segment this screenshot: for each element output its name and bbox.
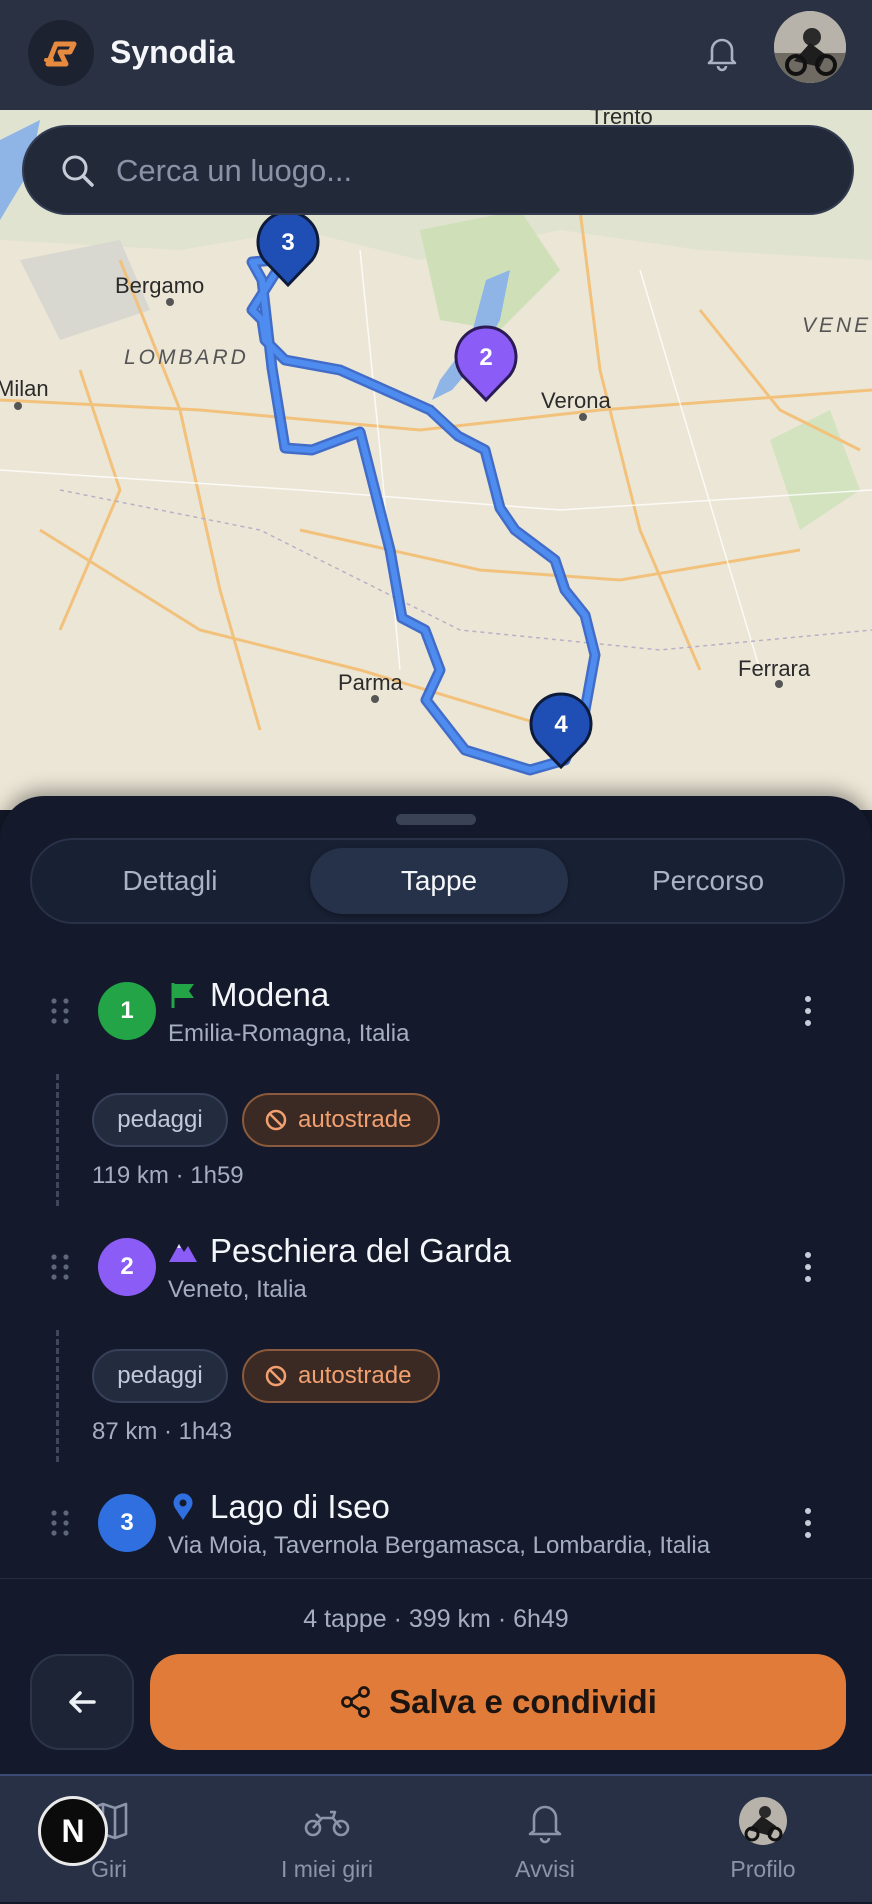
search-input[interactable]	[114, 147, 814, 195]
nav-profilo[interactable]: Profilo	[654, 1776, 872, 1904]
save-share-button[interactable]: Salva e condividi	[150, 1654, 846, 1750]
bottom-nav: Giri I miei giri Avvisi Profilo	[0, 1774, 872, 1902]
bell-icon	[707, 38, 737, 72]
notifications-button[interactable]	[700, 30, 744, 74]
toll-chip[interactable]: pedaggi	[92, 1093, 228, 1147]
stop-name: Lago di Iseo	[210, 1488, 390, 1525]
search-icon	[62, 155, 94, 187]
more-options-icon[interactable]	[798, 1247, 818, 1287]
more-options-icon[interactable]	[798, 1503, 818, 1543]
nav-label: Avvisi	[515, 1856, 575, 1882]
tab-bar: Dettagli Tappe Percorso	[30, 838, 845, 924]
save-share-label: Salva e condividi	[389, 1683, 657, 1720]
tab-tappe[interactable]: Tappe	[310, 848, 568, 914]
share-icon	[341, 1686, 371, 1718]
map-label-vene: VENE	[802, 314, 871, 337]
map-label-parma: Parma	[338, 670, 404, 695]
drag-handle-icon[interactable]	[48, 1252, 72, 1282]
nav-label: Giri	[91, 1856, 127, 1882]
sheet-footer: 4 tappe · 399 km · 6h49 Salva e condivid…	[0, 1578, 872, 1774]
nav-avvisi[interactable]: Avvisi	[436, 1776, 654, 1904]
tab-dettagli[interactable]: Dettagli	[40, 848, 300, 914]
search-bar[interactable]	[22, 125, 854, 215]
drag-handle-icon[interactable]	[48, 996, 72, 1026]
logo-mark-icon	[44, 41, 77, 67]
stop-location: Emilia-Romagna, Italia	[168, 1020, 410, 1047]
stop-number: 3	[98, 1494, 156, 1552]
drag-handle-icon[interactable]	[48, 1508, 72, 1538]
leg-connector	[56, 1330, 59, 1462]
stop-number: 2	[98, 1238, 156, 1296]
marker-2-label: 2	[479, 344, 492, 371]
pin-icon	[173, 1493, 193, 1520]
trip-summary: 4 tappe · 399 km · 6h49	[303, 1605, 569, 1633]
nav-label: I miei giri	[280, 1856, 373, 1882]
stop-name: Peschiera del Garda	[210, 1232, 511, 1269]
stop-location: Veneto, Italia	[168, 1276, 307, 1303]
profile-avatar-icon	[739, 1797, 787, 1845]
back-button[interactable]	[30, 1654, 134, 1750]
bell-icon	[528, 1805, 562, 1844]
map-label-milan: Milan	[0, 376, 49, 401]
more-options-icon[interactable]	[798, 991, 818, 1031]
map-label-bergamo: Bergamo	[115, 273, 204, 298]
nav-i-miei-giri[interactable]: I miei giri	[218, 1776, 436, 1904]
stop-location: Via Moia, Tavernola Bergamasca, Lombardi…	[168, 1532, 711, 1559]
highway-chip[interactable]: autostrade	[242, 1093, 440, 1147]
mountain-icon	[169, 1244, 197, 1262]
tab-percorso[interactable]: Percorso	[578, 848, 838, 914]
app-header: Synodia	[0, 0, 872, 110]
map-label-ferrara: Ferrara	[738, 656, 811, 681]
app-name: Synodia	[110, 34, 235, 70]
nav-giri[interactable]: Giri	[0, 1776, 218, 1904]
map-label-lombard: LOMBARD	[124, 346, 249, 369]
stop-name: Modena	[210, 976, 330, 1013]
route-map[interactable]: Trento Bergamo LOMBARD Milan Verona VENE…	[0, 110, 872, 810]
highway-chip-label: autostrade	[298, 1106, 412, 1133]
highway-chip-label: autostrade	[298, 1362, 412, 1389]
map-canvas: Trento Bergamo LOMBARD Milan Verona VENE…	[0, 110, 872, 810]
nav-label: Profilo	[730, 1856, 796, 1882]
avatar-photo-icon	[774, 11, 846, 83]
forbidden-icon	[265, 1109, 287, 1131]
app-logo[interactable]	[28, 20, 94, 86]
sheet-grabber[interactable]	[396, 814, 476, 825]
floating-n-badge[interactable]: N	[38, 1796, 108, 1866]
profile-avatar[interactable]	[774, 11, 846, 83]
flag-icon	[171, 983, 194, 1008]
motorcycle-icon	[304, 1810, 350, 1837]
leg-distance-time: 119 km · 1h59	[92, 1162, 244, 1189]
toll-chip[interactable]: pedaggi	[92, 1349, 228, 1403]
leg-distance-time: 87 km · 1h43	[92, 1418, 233, 1445]
marker-4-label: 4	[554, 711, 568, 738]
stop-number: 1	[98, 982, 156, 1040]
highway-chip[interactable]: autostrade	[242, 1349, 440, 1403]
marker-3-label: 3	[281, 229, 294, 256]
map-label-verona: Verona	[541, 388, 611, 413]
leg-connector	[56, 1074, 59, 1206]
forbidden-icon	[265, 1365, 287, 1387]
arrow-left-icon	[69, 1691, 96, 1713]
